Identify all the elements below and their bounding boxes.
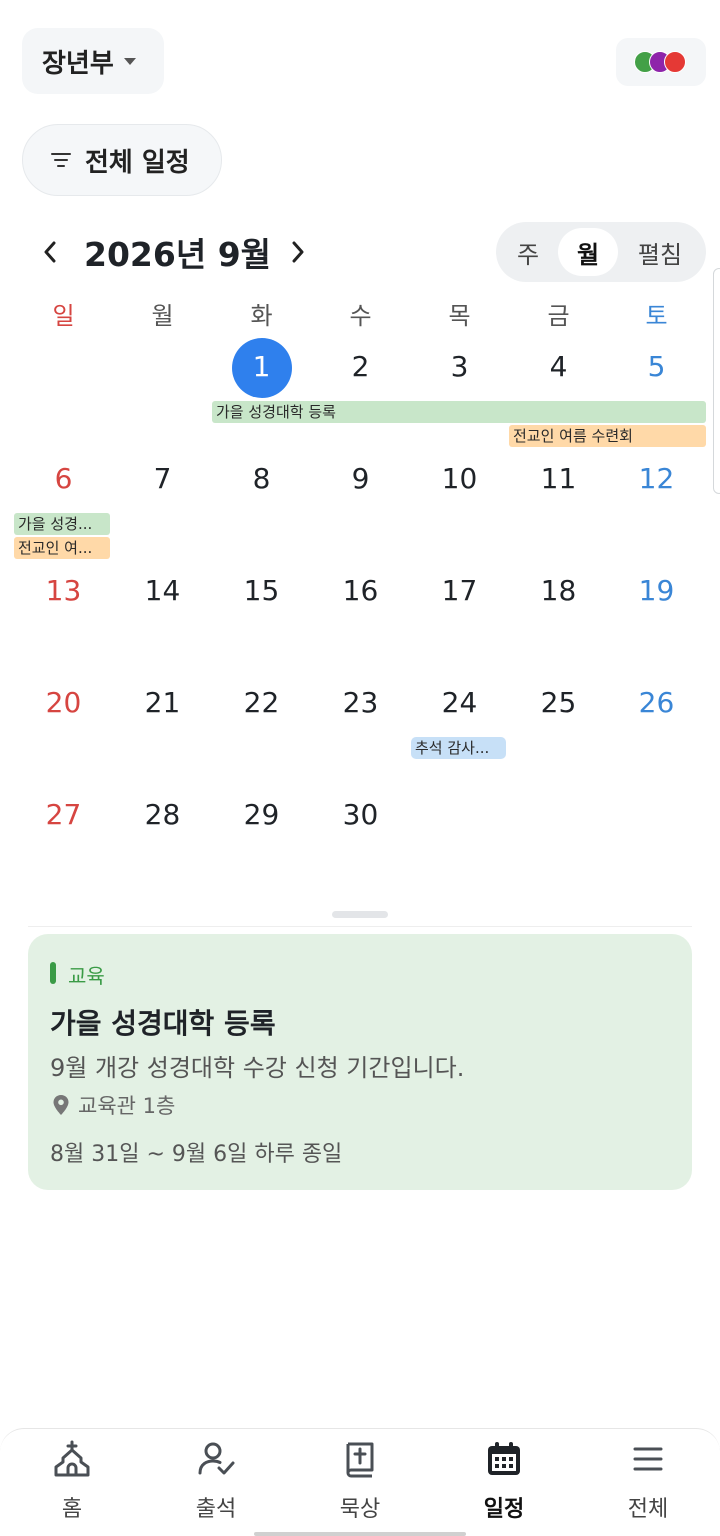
date-cell[interactable]: 2 [311, 350, 410, 383]
date-cell[interactable]: 22 [212, 686, 311, 719]
caret-down-icon [123, 57, 136, 65]
date-cell[interactable]: 27 [14, 798, 113, 831]
date-cell[interactable]: 10 [410, 462, 509, 495]
event-bar[interactable]: 가을 성경... [14, 513, 110, 535]
date-cell[interactable]: 24 [410, 686, 509, 719]
event-bar[interactable]: 추석 감사... [411, 737, 506, 759]
event-bar[interactable]: 전교인 여름 수련회 [509, 425, 706, 447]
sheet-drag-handle[interactable] [332, 911, 388, 918]
color-filter-button[interactable] [616, 38, 706, 86]
tab-meditation-label: 묵상 [339, 1497, 381, 1522]
group-selector-button[interactable]: 장년부 [22, 28, 164, 94]
event-category: 교육 [68, 964, 105, 988]
date-cell[interactable]: 7 [113, 462, 212, 495]
month-title: 2026년 9월 [84, 235, 272, 274]
menu-icon [628, 1439, 668, 1479]
date-cell[interactable]: 13 [14, 574, 113, 607]
date-cell[interactable]: 18 [509, 574, 608, 607]
tab-schedule[interactable]: 일정 [432, 1439, 576, 1529]
date-cell[interactable]: 28 [113, 798, 212, 831]
date-cell[interactable]: 25 [509, 686, 608, 719]
side-drawer-handle[interactable] [713, 268, 720, 494]
event-date-range: 8월 31일 ~ 9월 6일 하루 종일 [50, 1142, 343, 1167]
divider [28, 926, 692, 927]
weekday-mon: 월 [151, 302, 174, 330]
event-description: 9월 개강 성경대학 수강 신청 기간입니다. [50, 1054, 465, 1082]
date-cell[interactable]: 26 [607, 686, 706, 719]
view-month-button[interactable]: 월 [558, 228, 618, 276]
filter-label: 전체 일정 [85, 147, 190, 178]
event-location-row: 교육관 1층 [52, 1090, 175, 1120]
bible-icon [340, 1439, 380, 1479]
date-cell[interactable]: 1 [212, 350, 311, 383]
tab-meditation[interactable]: 묵상 [288, 1439, 432, 1529]
date-cell[interactable]: 21 [113, 686, 212, 719]
tab-schedule-label: 일정 [483, 1497, 525, 1522]
view-week-button[interactable]: 주 [502, 228, 554, 276]
tab-all[interactable]: 전체 [576, 1439, 720, 1529]
event-title: 가을 성경대학 등록 [50, 1007, 276, 1040]
bottom-navigation: 홈 출석 묵상 일정 전체 [0, 1428, 720, 1536]
tab-all-label: 전체 [627, 1497, 669, 1522]
event-bar[interactable]: 가을 성경대학 등록 [212, 401, 706, 423]
church-icon [52, 1439, 92, 1479]
date-cell[interactable]: 23 [311, 686, 410, 719]
tab-home-label: 홈 [61, 1497, 83, 1522]
date-cell[interactable]: 16 [311, 574, 410, 607]
weekday-thu: 목 [448, 302, 471, 330]
date-cell[interactable]: 4 [509, 350, 608, 383]
event-location: 교육관 1층 [78, 1094, 176, 1118]
date-cell[interactable]: 5 [607, 350, 706, 383]
schedule-filter-button[interactable]: 전체 일정 [22, 124, 222, 196]
person-check-icon [196, 1439, 236, 1479]
date-cell[interactable]: 30 [311, 798, 410, 831]
filter-icon [51, 152, 71, 168]
color-dot-red [664, 51, 686, 73]
chevron-left-icon [44, 241, 56, 263]
date-cell[interactable]: 9 [311, 462, 410, 495]
location-pin-icon [53, 1095, 69, 1115]
date-cell[interactable]: 6 [14, 462, 113, 495]
tab-home[interactable]: 홈 [0, 1439, 144, 1529]
date-cell[interactable]: 8 [212, 462, 311, 495]
date-cell[interactable]: 20 [14, 686, 113, 719]
view-expand-button[interactable]: 펼침 [620, 228, 700, 276]
date-cell[interactable]: 19 [607, 574, 706, 607]
weekday-fri: 금 [547, 302, 570, 330]
next-month-button[interactable] [278, 232, 318, 272]
tab-attendance-label: 출석 [195, 1497, 237, 1522]
event-bar[interactable]: 전교인 여... [14, 537, 110, 559]
view-mode-toggle: 주 월 펼침 [496, 222, 706, 282]
date-cell[interactable]: 14 [113, 574, 212, 607]
group-name: 장년부 [42, 48, 114, 79]
weekday-wed: 수 [349, 302, 372, 330]
home-indicator [254, 1532, 466, 1536]
category-color-bar [50, 962, 56, 984]
weekday-sun: 일 [52, 302, 75, 330]
date-cell[interactable]: 17 [410, 574, 509, 607]
date-cell[interactable]: 12 [607, 462, 706, 495]
date-cell[interactable]: 11 [509, 462, 608, 495]
calendar-icon [484, 1439, 524, 1479]
weekday-tue: 화 [250, 302, 273, 330]
prev-month-button[interactable] [30, 232, 70, 272]
weekday-sat: 토 [645, 302, 668, 330]
chevron-right-icon [292, 241, 304, 263]
tab-attendance[interactable]: 출석 [144, 1439, 288, 1529]
date-cell[interactable]: 3 [410, 350, 509, 383]
date-cell[interactable]: 29 [212, 798, 311, 831]
date-cell[interactable]: 15 [212, 574, 311, 607]
